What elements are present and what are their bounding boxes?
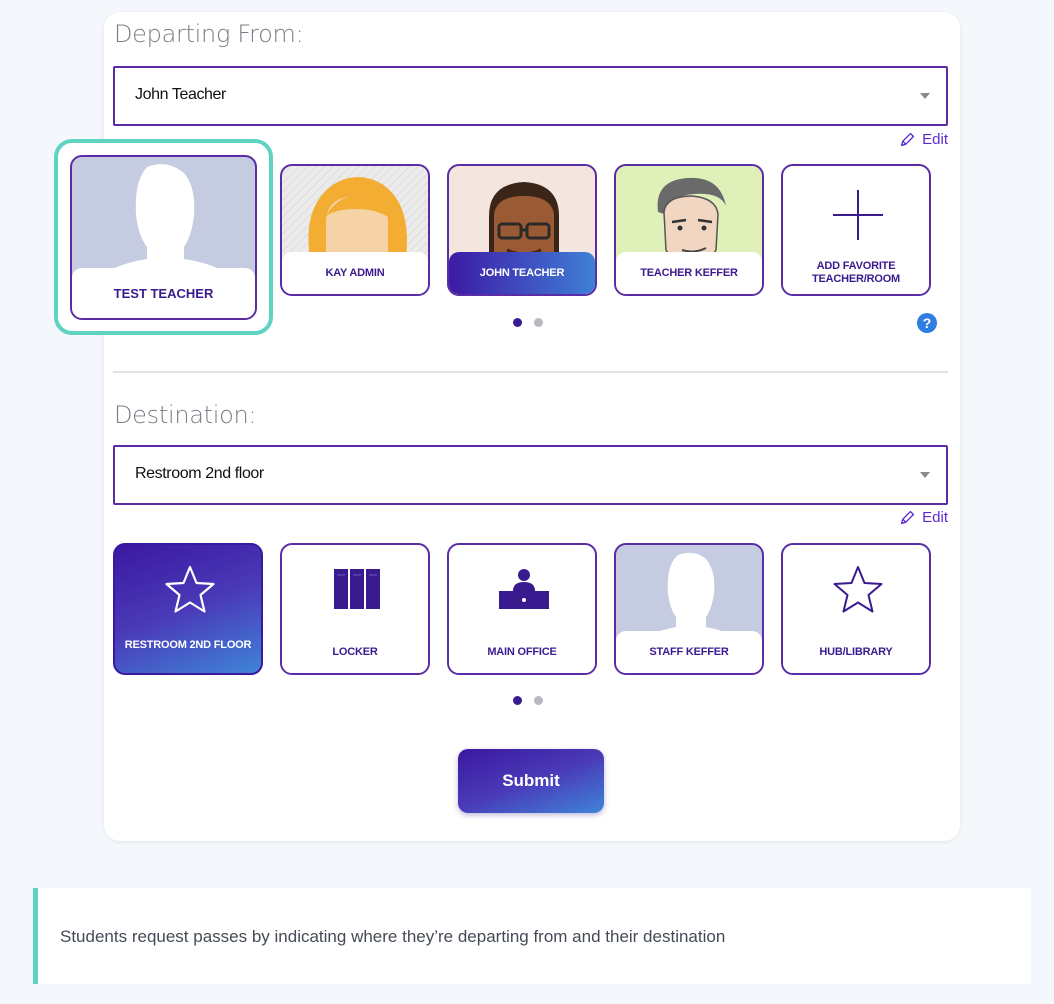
tile-label: RESTROOM 2ND FLOOR (124, 638, 252, 651)
pencil-icon (901, 510, 915, 525)
tile-label: TEACHER KEFFER (616, 252, 762, 294)
tile-label: JOHN TEACHER (449, 252, 595, 294)
favorite-tile-test-teacher[interactable]: TEST TEACHER (70, 155, 257, 320)
tile-label: KAY ADMIN (282, 252, 428, 294)
page-dot-1[interactable] (513, 318, 522, 327)
destination-tile-restroom[interactable]: RESTROOM 2ND FLOOR (113, 543, 263, 675)
tile-label: MAIN OFFICE (449, 631, 595, 673)
edit-label: Edit (922, 509, 948, 526)
tile-label: ADD FAVORITE TEACHER/ROOM (783, 252, 929, 294)
tile-label: HUB/LIBRARY (783, 631, 929, 673)
destination-edit-link[interactable]: Edit (899, 509, 948, 526)
departing-selected-value: John Teacher (135, 86, 226, 103)
caption-text: Students request passes by indicating wh… (60, 927, 726, 946)
section-divider (113, 371, 948, 373)
favorite-tile-john-teacher[interactable]: JOHN TEACHER (447, 164, 597, 296)
destination-pagination (513, 696, 543, 705)
add-favorite-tile[interactable]: ADD FAVORITE TEACHER/ROOM (781, 164, 931, 296)
destination-selected-value: Restroom 2nd floor (135, 465, 264, 482)
departing-pagination (513, 318, 543, 327)
help-icon[interactable]: ? (917, 313, 937, 333)
destination-tile-main-office[interactable]: MAIN OFFICE (447, 543, 597, 675)
chevron-down-icon (920, 472, 930, 478)
departing-select[interactable]: John Teacher (113, 66, 948, 126)
page-dot-2[interactable] (534, 318, 543, 327)
page-dot-2[interactable] (534, 696, 543, 705)
page-dot-1[interactable] (513, 696, 522, 705)
departing-edit-link[interactable]: Edit (899, 131, 948, 148)
submit-button[interactable]: Submit (458, 749, 604, 813)
caption-box: Students request passes by indicating wh… (33, 888, 1031, 984)
destination-select[interactable]: Restroom 2nd floor (113, 445, 948, 505)
destination-tile-hub-library[interactable]: HUB/LIBRARY (781, 543, 931, 675)
tile-label: STAFF KEFFER (616, 631, 762, 673)
pencil-icon (901, 132, 915, 147)
favorite-tile-kay-admin[interactable]: KAY ADMIN (280, 164, 430, 296)
destination-tile-locker[interactable]: LOCKER (280, 543, 430, 675)
destination-tile-staff-keffer[interactable]: STAFF KEFFER (614, 543, 764, 675)
edit-label: Edit (922, 131, 948, 148)
tile-label: LOCKER (282, 631, 428, 673)
tile-label: TEST TEACHER (72, 268, 255, 318)
destination-title: Destination: (114, 401, 257, 429)
departing-title: Departing From: (114, 20, 304, 48)
chevron-down-icon (920, 93, 930, 99)
favorite-tile-teacher-keffer[interactable]: TEACHER KEFFER (614, 164, 764, 296)
